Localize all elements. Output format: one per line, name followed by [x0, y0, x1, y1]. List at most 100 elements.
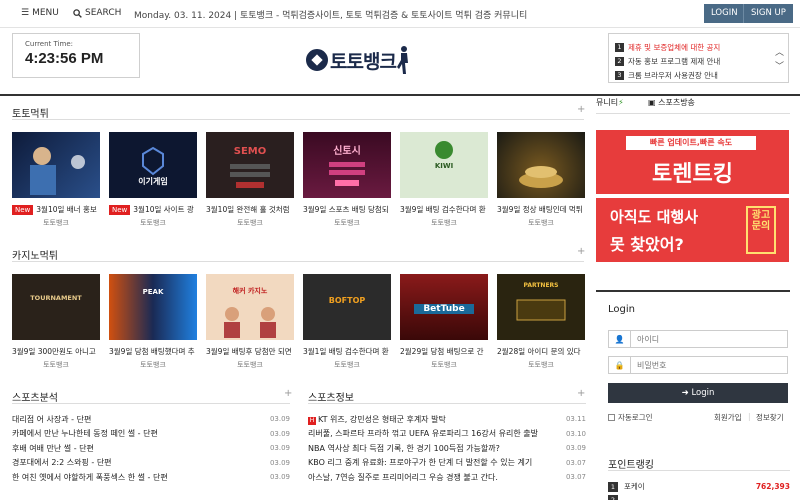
tv-icon: ▣: [648, 98, 656, 107]
post-source: 토토뱅크: [528, 361, 554, 369]
post-thumbnail: [12, 132, 100, 198]
post-card[interactable]: 이기게임 New 3월10일 사이트 광 토토뱅크: [109, 132, 197, 228]
chevron-up-icon[interactable]: ︿: [775, 46, 784, 60]
post-card[interactable]: PARTNERS 2월28일 아이디 문의 있다 토토뱅크: [497, 274, 585, 370]
user-icon: 👤: [609, 331, 631, 347]
post-card[interactable]: BOFTOP 3월1일 배팅 검수한다며 환 토토뱅크: [303, 274, 391, 370]
post-caption: 3월9일 정상 배팅인데 먹튀: [497, 205, 583, 214]
search-button[interactable]: SEARCH: [73, 8, 121, 18]
post-source: 토토뱅크: [43, 361, 69, 369]
notice-ticker: 1 제휴 및 보증업체에 대한 공지 2 자동 홍보 프로그램 제재 안내 3 크롬 …: [608, 33, 789, 83]
torrentking-banner[interactable]: 빠른 업데이트,빠른 속도 토렌트킹: [596, 130, 789, 194]
menu-button[interactable]: ☰ MENU: [21, 8, 59, 18]
post-caption: 3월10일 배너 홍보: [36, 205, 97, 214]
date-tagline: Monday. 03. 11. 2024 | 토토뱅크 - 먹튀검증사이트, 토…: [134, 11, 528, 21]
post-source: 토토뱅크: [237, 361, 263, 369]
post-thumbnail: PARTNERS: [497, 274, 585, 340]
username-input[interactable]: [631, 331, 787, 347]
post-caption: 3월9일 배팅후 당첨만 되면: [206, 347, 292, 356]
login-button[interactable]: ➜ Login: [608, 383, 788, 403]
notice-item[interactable]: 1 제휴 및 보증업체에 대한 공지: [615, 40, 788, 54]
list-item[interactable]: H KT 위즈, 강민성은 형태군 후계자 발탁 03.11: [308, 412, 586, 427]
hot-icon: H: [308, 416, 316, 425]
post-card[interactable]: KIWI 3월9일 배팅 검수한다며 환 토토뱅크: [400, 132, 488, 228]
list-item[interactable]: KBO 리그 중계 유료화: 프로야구가 한 단계 더 발전할 수 있는 계기 0…: [308, 456, 586, 471]
list-item[interactable]: 후배 여배 만난 썰 - 단편 03.09: [12, 441, 290, 456]
post-source: 토토뱅크: [43, 219, 69, 227]
username-field[interactable]: 👤: [608, 330, 788, 348]
password-input[interactable]: [631, 357, 787, 373]
ad-inquiry-banner[interactable]: 아직도 대행사 못 찾았어? 광고문의: [596, 198, 789, 262]
notice-item[interactable]: 3 크롬 브라우저 사용권장 안내: [615, 68, 788, 82]
tab-community[interactable]: 뮤니티⚡: [596, 97, 624, 108]
list-item[interactable]: 대리점 어 사장과 - 단편 03.09: [12, 412, 290, 427]
password-field[interactable]: 🔒: [608, 356, 788, 374]
chevron-down-icon[interactable]: ﹀: [775, 60, 784, 74]
analysis-list: 대리점 어 사장과 - 단편 03.09 카페에서 만난 누나한테 동정 떼인 썰…: [12, 412, 290, 485]
list-item[interactable]: 한 여친 옛에서 야할하게 폭풍섹스 한 썰 - 단편 03.09: [12, 470, 290, 485]
login-panel: Login 👤 🔒 ➜ Login 자동로그인 회원가입 | 정보찾기: [596, 290, 790, 430]
plus-icon[interactable]: +: [577, 388, 585, 399]
new-badge: New: [109, 204, 131, 215]
post-card[interactable]: New 3월10일 배너 홍보 토토뱅크: [12, 132, 100, 228]
info-list: H KT 위즈, 강민성은 형태군 후계자 발탁 03.11 리버풀, 스파르타 프…: [308, 412, 586, 485]
list-item[interactable]: 리버풀, 스파르타 프라하 꺾고 UEFA 유로파리그 16강서 유리한 출발 0…: [308, 427, 586, 442]
section-title-info[interactable]: 스포츠정보: [308, 389, 354, 404]
post-caption: 3월10일 완전해 홀 것처럼: [206, 205, 290, 214]
auto-login-checkbox[interactable]: 자동로그인: [608, 412, 653, 423]
post-source: 토토뱅크: [237, 219, 263, 227]
post-card[interactable]: TOURNAMENT 3월9일 300만원도 아니고 토토뱅크: [12, 274, 100, 370]
plus-icon[interactable]: +: [577, 246, 585, 257]
top-bar: ☰ MENU SEARCH Monday. 03. 11. 2024 | 토토뱅…: [0, 0, 800, 28]
post-source: 토토뱅크: [431, 219, 457, 227]
point-ranking: 포인트랭킹 1 포케이 762,393 2: [596, 450, 790, 500]
post-caption: 3월9일 스포츠 배팅 당첨되: [303, 205, 389, 214]
list-item[interactable]: 카페에서 만난 누나한테 동정 떼인 썰 - 단편 03.09: [12, 427, 290, 442]
player-silhouette-icon: [396, 46, 408, 74]
list-item[interactable]: NBA 역사상 최다 득점 기록, 한 경기 100득점 가능할까? 03.09: [308, 441, 586, 456]
tab-sports-broadcast[interactable]: ▣ 스포츠방송: [648, 97, 695, 108]
signup-link[interactable]: SIGN UP: [743, 4, 793, 23]
sign-in-icon: ➜: [681, 388, 689, 398]
post-thumbnail: TOURNAMENT: [12, 274, 100, 340]
post-source: 토토뱅크: [334, 361, 360, 369]
post-source: 토토뱅크: [431, 361, 457, 369]
login-title: Login: [608, 304, 635, 315]
post-source: 토토뱅크: [528, 219, 554, 227]
post-card[interactable]: BetTube 2월29일 당첨 배팅으로 간 토토뱅크: [400, 274, 488, 370]
lightning-icon: ⚡: [618, 98, 624, 107]
plus-icon[interactable]: +: [284, 388, 292, 399]
post-thumbnail: 신토시: [303, 132, 391, 198]
current-time-widget: Current Time: 4:23:56 PM: [12, 33, 140, 78]
section-title-analysis[interactable]: 스포츠분석: [12, 389, 58, 404]
post-card[interactable]: PEAK 3월9일 당첨 배팅했다며 추 토토뱅크: [109, 274, 197, 370]
post-card[interactable]: 3월9일 정상 배팅인데 먹튀 토토뱅크: [497, 132, 585, 228]
clock-label: Current Time:: [25, 40, 74, 48]
plus-icon[interactable]: +: [577, 104, 585, 115]
post-caption: 3월9일 당첨 배팅했다며 추: [109, 347, 195, 356]
section-title-meogtwi[interactable]: 토토먹튀: [12, 105, 49, 120]
post-thumbnail: BetTube: [400, 274, 488, 340]
join-link[interactable]: 회원가입: [714, 412, 742, 423]
header-divider: [0, 94, 800, 96]
checkbox-icon: [608, 414, 615, 421]
ranking-row[interactable]: 1 포케이 762,393: [608, 480, 790, 493]
post-card[interactable]: SEMO 3월10일 완전해 홀 것처럼 토토뱅크: [206, 132, 294, 228]
list-item[interactable]: 경포대에서 2:2 스와핑 - 단편 03.09: [12, 456, 290, 471]
login-link[interactable]: LOGIN: [704, 4, 745, 23]
ranking-row[interactable]: 2: [608, 493, 790, 500]
notice-arrows: ︿ ﹀: [775, 46, 784, 74]
site-logo[interactable]: 토토뱅크: [306, 43, 410, 77]
notice-item[interactable]: 2 자동 홍보 프로그램 제재 안내: [615, 54, 788, 68]
list-item[interactable]: 아스날, 7연승 질주로 프리미어리그 우승 경쟁 불고 간다. 03.07: [308, 470, 586, 485]
post-card[interactable]: 해커 카지노 3월9일 배팅후 당첨만 되면 토토뱅크: [206, 274, 294, 370]
section-title-casino[interactable]: 카지노먹튀: [12, 247, 58, 262]
post-caption: 3월9일 배팅 검수한다며 환: [400, 205, 486, 214]
post-thumbnail: [497, 132, 585, 198]
post-source: 토토뱅크: [140, 219, 166, 227]
section-divider: [12, 403, 290, 404]
post-card[interactable]: 신토시 3월9일 스포츠 배팅 당첨되 토토뱅크: [303, 132, 391, 228]
find-info-link[interactable]: 정보찾기: [756, 412, 784, 423]
post-thumbnail: KIWI: [400, 132, 488, 198]
ranking-title: 포인트랭킹: [608, 460, 654, 471]
